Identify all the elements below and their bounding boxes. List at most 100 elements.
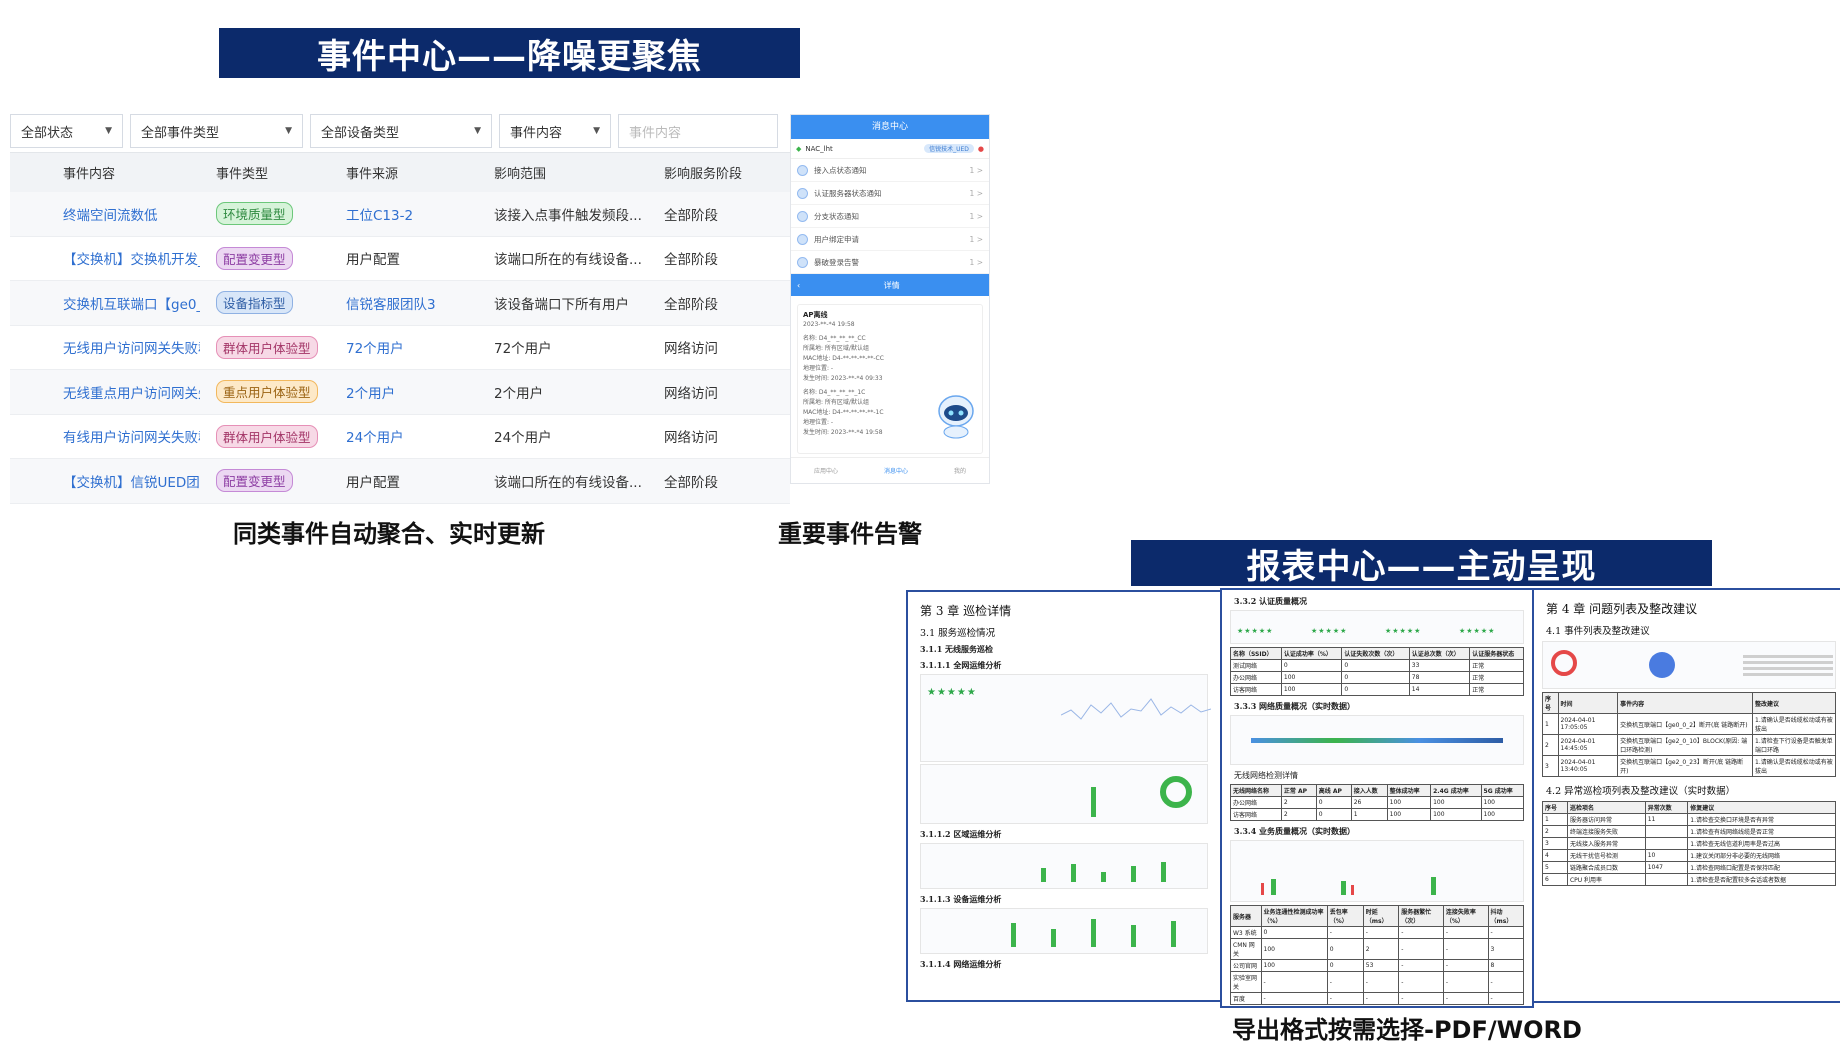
bar (1011, 923, 1016, 947)
message-item-count: 1 > (969, 257, 983, 267)
doc-table-cell: W3 系统 (1230, 926, 1262, 939)
detail-title: 详情 (883, 280, 900, 290)
event-type-cell: 环境质量型 (200, 202, 332, 226)
doc-table-header: 丢包率（%） (1326, 905, 1364, 927)
doc-table-cell: 100 (1280, 683, 1343, 696)
section-3-1-1-1: 3.1.1.1 全网运维分析 (920, 660, 1002, 670)
doc-table-cell: - (1442, 992, 1489, 1005)
doc-table-cell: - (1442, 959, 1489, 972)
event-table: 事件内容 事件类型 事件来源 影响范围 影响服务阶段 终端空间流数低 环境质量型 工… (10, 152, 790, 504)
filter-bar: 全部状态 ▼ 全部事件类型 ▼ 全部设备类型 ▼ 事件内容 ▼ 事件内容 (10, 114, 790, 154)
event-source-cell[interactable]: 2个用户 (332, 382, 478, 402)
doc-table-header: 2.4G 成功率 (1430, 784, 1482, 797)
event-type-cell: 群体用户体验型 (200, 424, 332, 448)
alert-card[interactable]: AP离线 2023-**-*4 19:58 名称: D4_**_**_**_CC… (797, 304, 983, 454)
section-3-1-1-3: 3.1.1.3 设备运维分析 (920, 894, 1002, 904)
search-field-select[interactable]: 事件内容 ▼ (499, 114, 611, 148)
table-row[interactable]: 无线用户访问网关失败群障群体用户体验型 72个用户 72个用户 网络访问 (10, 326, 790, 370)
message-item[interactable]: 接入点状态通知 1 > (791, 159, 989, 182)
nav-app-center[interactable]: 应用中心 (814, 466, 838, 475)
doc-table-cell (1644, 825, 1689, 838)
device-type-select[interactable]: 全部设备类型 ▼ (310, 114, 492, 148)
doc-table-cell: 百度 (1230, 992, 1262, 1005)
event-type-select[interactable]: 全部事件类型 ▼ (130, 114, 303, 148)
legend-lines (1743, 652, 1833, 679)
message-item[interactable]: 用户绑定申请 1 > (791, 228, 989, 251)
doc-table-header: 修复建议 (1687, 801, 1836, 814)
table-row[interactable]: 无线重点用户访问网关失败重点用户体验型 2个用户 2个用户 网络访问 (10, 370, 790, 415)
event-stage-cell: 网络访问 (664, 385, 718, 402)
phone-user-pill: 信锐技术_UED (924, 144, 974, 153)
header-scope[interactable]: 影响范围 (478, 163, 650, 182)
table-row[interactable]: 【交换机】交换机开发_测... 配置变更型 用户配置 该端口所在的有线设备... 全部阶… (10, 237, 790, 281)
event-source-cell[interactable]: 24个用户 (332, 426, 478, 446)
wireless-network-table: 无线网络名称 正常 AP 高线 AP 接入人数 整体成功率 2.4G 成功率 5G 成功率办… (1230, 784, 1525, 821)
doc-table-cell: 100 (1386, 796, 1432, 809)
search-input[interactable]: 事件内容 (618, 114, 778, 148)
doc-table-header: 连接失败率（%） (1442, 905, 1489, 927)
status-select[interactable]: 全部状态 ▼ (10, 114, 123, 148)
event-stage-cell: 全部阶段 (664, 207, 718, 224)
report-page-issues: 第 4 章 问题列表及整改建议 4.1 事件列表及整改建议 序号 时间 事件内容 整改… (1532, 588, 1840, 1003)
wireless-detail-label: 无线网络检测详情 (1234, 771, 1298, 780)
event-content-link[interactable]: 终端空间流数低 (10, 204, 200, 224)
doc-table-header: 名称（SSID） (1230, 647, 1282, 660)
doc-table-row: 访客网络 100 0 14 正常 (1230, 683, 1524, 696)
message-center-phone: 消息中心 ◆ NAC_lht 信锐技术_UED ● 接入点状态通知 1 > 认证服务… (790, 114, 990, 484)
event-scope-cell: 2个用户 (494, 385, 544, 402)
auth-summary-strip: ★★★★★ ★★★★★ ★★★★★ ★★★★★ (1230, 610, 1524, 644)
event-source-cell[interactable]: 信锐客服团队3 (332, 293, 478, 313)
header-type[interactable]: 事件类型 (200, 163, 332, 182)
event-content-link[interactable]: 【交换机】交换机开发_测... (10, 248, 200, 268)
event-type-tag: 环境质量型 (216, 202, 293, 226)
event-scope-cell: 该接入点事件触发频段... (494, 207, 642, 224)
doc-table-cell: 5 (1542, 861, 1568, 874)
event-content-link[interactable]: 交换机互联端口【ge0_0_1... (10, 293, 200, 313)
event-content-link[interactable]: 无线重点用户访问网关失败 (10, 382, 200, 402)
doc-table-cell: 8 (1487, 959, 1524, 972)
message-item[interactable]: 暴破登录告警 1 > (791, 251, 989, 274)
doc-table-cell: - (1260, 992, 1328, 1005)
bar (1261, 883, 1264, 895)
header-source[interactable]: 事件来源 (332, 163, 478, 182)
event-type-cell: 群体用户体验型 (200, 335, 332, 359)
doc-table-row: 1 2024-04-01 17:05:05 交换机互联端口【ge0_0_2】断开(底… (1542, 713, 1836, 735)
event-source-cell[interactable]: 72个用户 (332, 337, 478, 357)
doc-table-row: 百度 - - - - - - (1230, 992, 1524, 1005)
event-content-link[interactable]: 无线用户访问网关失败群障 (10, 337, 200, 357)
doc-table-cell: 0 (1280, 659, 1343, 672)
table-row[interactable]: 【交换机】信锐UED团队1... 配置变更型 用户配置 该端口所在的有线设备... 全部… (10, 459, 790, 504)
header-stage[interactable]: 影响服务阶段 (650, 163, 790, 182)
doc-table-cell: 2 (1542, 734, 1559, 756)
bell-icon[interactable]: ● (978, 145, 984, 153)
table-row[interactable]: 有线用户访问网关失败群障群体用户体验型 24个用户 24个用户 网络访问 (10, 415, 790, 459)
message-item[interactable]: 认证服务器状态通知 1 > (791, 182, 989, 205)
event-source-cell[interactable]: 工位C13-2 (332, 204, 478, 224)
network-quality-diagram (1230, 715, 1524, 765)
table-row[interactable]: 交换机互联端口【ge0_0_1... 设备指标型 信锐客服团队3 该设备端口下所有用户… (10, 281, 790, 326)
chapter-4-title: 第 4 章 问题列表及整改建议 (1546, 602, 1698, 616)
doc-table-header: 认证失败次数（次） (1341, 647, 1410, 660)
nav-me[interactable]: 我的 (954, 466, 966, 475)
doc-table-cell: 3 (1487, 938, 1524, 960)
bar (1431, 877, 1436, 895)
event-content-link[interactable]: 【交换机】信锐UED团队1... (10, 471, 200, 491)
bar (1101, 872, 1106, 882)
doc-table-cell: 0 (1326, 938, 1364, 960)
doc-table-cell: 1.请检查交换口环境是否有异常 (1687, 813, 1836, 826)
nav-message-center[interactable]: 消息中心 (884, 466, 908, 475)
header-content[interactable]: 事件内容 (10, 163, 200, 182)
event-type-cell: 配置变更型 (200, 246, 332, 270)
doc-table-row: 1 服务器访问异常 11 1.请检查交换口环境是否有异常 (1542, 813, 1836, 826)
doc-table-cell: 正常 (1469, 659, 1524, 672)
doc-table-cell: 100 (1430, 796, 1482, 809)
event-content-link[interactable]: 有线用户访问网关失败群障 (10, 426, 200, 446)
table-row[interactable]: 终端空间流数低 环境质量型 工位C13-2 该接入点事件触发频段... 全部阶段 (10, 192, 790, 237)
doc-table-cell: 78 (1408, 671, 1471, 684)
report-page-quality: 3.3.2 认证质量概况 ★★★★★ ★★★★★ ★★★★★ ★★★★★ 名称（… (1220, 588, 1534, 1008)
doc-table-cell: 3 (1542, 837, 1568, 850)
doc-table-header: 5G 成功率 (1480, 784, 1525, 797)
doc-table-cell: 无线接入服务异常 (1566, 837, 1646, 850)
doc-table-cell: - (1398, 992, 1444, 1005)
message-item[interactable]: 分支状态通知 1 > (791, 205, 989, 228)
